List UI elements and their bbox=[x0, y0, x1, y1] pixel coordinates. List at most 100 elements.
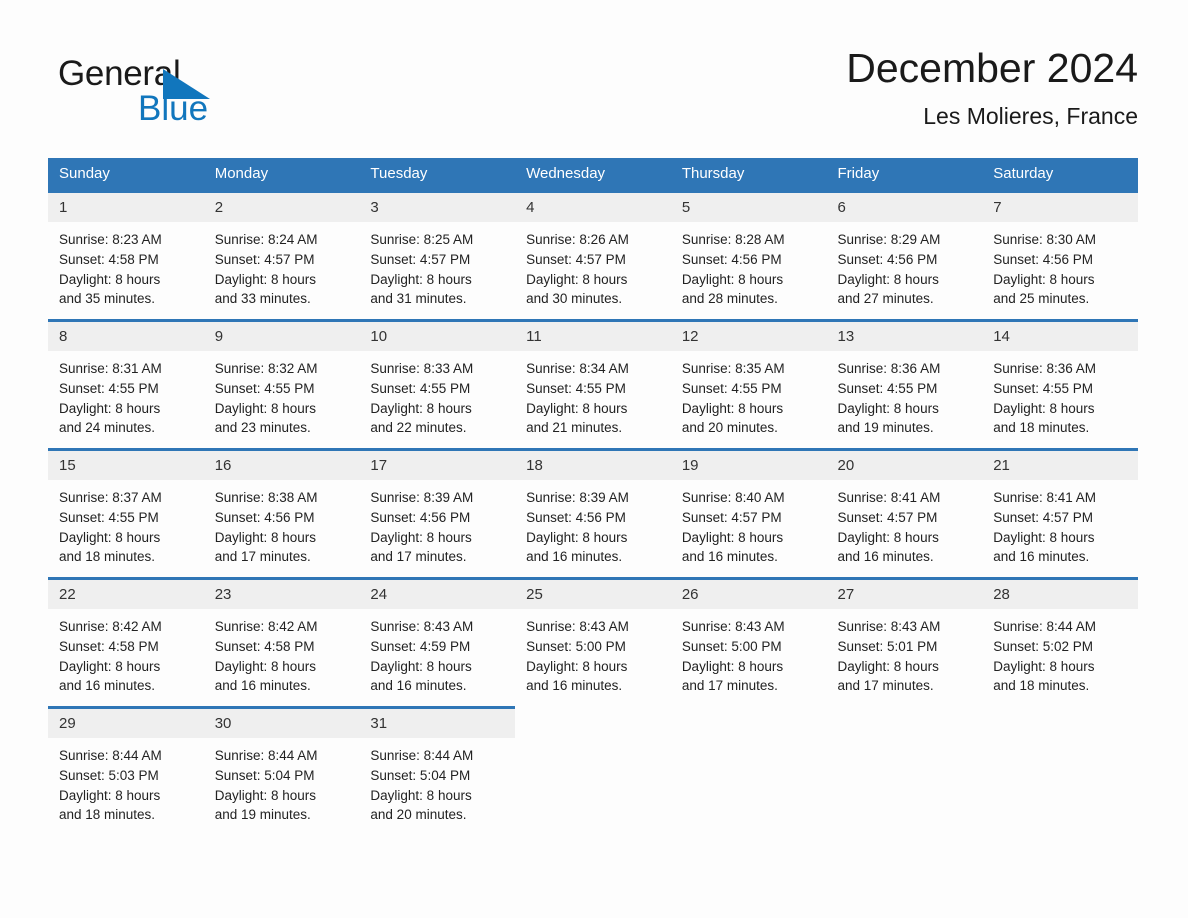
calendar-day-cell[interactable]: 8 Sunrise: 8:31 AM Sunset: 4:55 PM Daylight… bbox=[48, 319, 204, 450]
calendar-day-cell[interactable]: 4 Sunrise: 8:26 AM Sunset: 4:57 PM Daylight… bbox=[515, 190, 671, 321]
daylight-text-line2: and 16 minutes. bbox=[59, 678, 156, 694]
day-number: 6 bbox=[826, 193, 983, 222]
calendar-day-cell[interactable]: 15 Sunrise: 8:37 AM Sunset: 4:55 PM Dayligh… bbox=[48, 448, 204, 579]
day-number: 23 bbox=[203, 580, 360, 609]
daylight-text-line1: Daylight: 8 hours bbox=[526, 271, 628, 287]
day-number bbox=[826, 709, 983, 738]
day-number: 7 bbox=[982, 193, 1138, 222]
calendar-day-cell[interactable]: 16 Sunrise: 8:38 AM Sunset: 4:56 PM Dayligh… bbox=[203, 448, 360, 579]
calendar-day-cell-empty bbox=[826, 706, 983, 835]
calendar-day-cell[interactable]: 20 Sunrise: 8:41 AM Sunset: 4:57 PM Dayligh… bbox=[826, 448, 983, 579]
daylight-text-line1: Daylight: 8 hours bbox=[59, 658, 161, 674]
daylight-text-line1: Daylight: 8 hours bbox=[370, 271, 472, 287]
sunset-text: Sunset: 4:56 PM bbox=[526, 509, 626, 525]
calendar-day-cell[interactable]: 2 Sunrise: 8:24 AM Sunset: 4:57 PM Daylight… bbox=[203, 190, 360, 321]
weekday-header-saturday: Saturday bbox=[982, 158, 1138, 192]
sunset-text: Sunset: 4:56 PM bbox=[370, 509, 471, 525]
generalblue-logo[interactable]: General Blue bbox=[58, 54, 318, 134]
day-details: Sunrise: 8:43 AM Sunset: 5:00 PM Daylight:… bbox=[671, 609, 827, 696]
calendar-day-cell[interactable]: 10 Sunrise: 8:33 AM Sunset: 4:55 PM Dayligh… bbox=[359, 319, 516, 450]
daylight-text-line1: Daylight: 8 hours bbox=[993, 400, 1095, 416]
day-number: 10 bbox=[359, 322, 516, 351]
daylight-text-line2: and 18 minutes. bbox=[59, 549, 156, 565]
calendar-day-cell[interactable]: 6 Sunrise: 8:29 AM Sunset: 4:56 PM Daylight… bbox=[826, 190, 983, 321]
calendar-day-cell[interactable]: 9 Sunrise: 8:32 AM Sunset: 4:55 PM Daylight… bbox=[203, 319, 360, 450]
calendar-day-cell[interactable]: 23 Sunrise: 8:42 AM Sunset: 4:58 PM Dayligh… bbox=[203, 577, 360, 708]
calendar-day-cell[interactable]: 24 Sunrise: 8:43 AM Sunset: 4:59 PM Dayligh… bbox=[359, 577, 516, 708]
sunset-text: Sunset: 5:00 PM bbox=[526, 638, 626, 654]
daylight-text-line2: and 19 minutes. bbox=[837, 420, 934, 436]
sunrise-text: Sunrise: 8:32 AM bbox=[214, 361, 318, 376]
sunrise-text: Sunrise: 8:44 AM bbox=[214, 748, 318, 763]
sunrise-text: Sunrise: 8:38 AM bbox=[214, 490, 318, 505]
calendar-day-cell[interactable]: 28 Sunrise: 8:44 AM Sunset: 5:02 PM Dayligh… bbox=[982, 577, 1138, 708]
sunset-text: Sunset: 5:01 PM bbox=[837, 638, 938, 654]
daylight-text-line1: Daylight: 8 hours bbox=[526, 529, 628, 545]
sunset-text: Sunset: 4:56 PM bbox=[993, 251, 1094, 267]
sunrise-text: Sunrise: 8:43 AM bbox=[837, 619, 941, 634]
day-number: 30 bbox=[203, 709, 360, 738]
daylight-text-line1: Daylight: 8 hours bbox=[681, 271, 784, 287]
calendar-day-cell[interactable]: 7 Sunrise: 8:30 AM Sunset: 4:56 PM Daylight… bbox=[982, 190, 1138, 321]
calendar-week-row: 15 Sunrise: 8:37 AM Sunset: 4:55 PM Dayligh… bbox=[48, 448, 1138, 579]
daylight-text-line1: Daylight: 8 hours bbox=[526, 658, 628, 674]
daylight-text-line1: Daylight: 8 hours bbox=[837, 529, 939, 545]
calendar-day-cell[interactable]: 29 Sunrise: 8:44 AM Sunset: 5:03 PM Dayligh… bbox=[48, 706, 204, 835]
day-details: Sunrise: 8:39 AM Sunset: 4:56 PM Daylight:… bbox=[515, 480, 671, 567]
calendar-day-cell[interactable]: 12 Sunrise: 8:35 AM Sunset: 4:55 PM Dayligh… bbox=[670, 319, 827, 450]
sunset-text: Sunset: 4:57 PM bbox=[526, 251, 626, 267]
day-number: 28 bbox=[982, 580, 1138, 609]
daylight-text-line2: and 18 minutes. bbox=[59, 807, 156, 823]
calendar-day-cell[interactable]: 3 Sunrise: 8:25 AM Sunset: 4:57 PM Daylight… bbox=[359, 190, 516, 321]
calendar-day-cell[interactable]: 5 Sunrise: 8:28 AM Sunset: 4:56 PM Daylight… bbox=[670, 190, 827, 321]
day-details: Sunrise: 8:30 AM Sunset: 4:56 PM Daylight:… bbox=[982, 222, 1138, 309]
daylight-text-line1: Daylight: 8 hours bbox=[681, 529, 784, 545]
calendar-day-cell[interactable]: 31 Sunrise: 8:44 AM Sunset: 5:04 PM Dayligh… bbox=[359, 706, 516, 835]
day-details: Sunrise: 8:44 AM Sunset: 5:04 PM Daylight:… bbox=[359, 738, 515, 825]
calendar-day-cell[interactable]: 14 Sunrise: 8:36 AM Sunset: 4:55 PM Dayligh… bbox=[982, 319, 1138, 450]
day-number: 3 bbox=[359, 193, 516, 222]
calendar-day-cell[interactable]: 25 Sunrise: 8:43 AM Sunset: 5:00 PM Dayligh… bbox=[515, 577, 671, 708]
day-details: Sunrise: 8:25 AM Sunset: 4:57 PM Daylight:… bbox=[359, 222, 515, 309]
day-details: Sunrise: 8:38 AM Sunset: 4:56 PM Daylight:… bbox=[204, 480, 360, 567]
day-details: Sunrise: 8:23 AM Sunset: 4:58 PM Daylight:… bbox=[48, 222, 204, 309]
calendar-body: 1 Sunrise: 8:23 AM Sunset: 4:58 PM Daylight… bbox=[48, 190, 1138, 835]
calendar-day-cell[interactable]: 27 Sunrise: 8:43 AM Sunset: 5:01 PM Dayligh… bbox=[826, 577, 983, 708]
page-header: General Blue December 2024 Les Molieres,… bbox=[48, 44, 1138, 144]
calendar-day-cell[interactable]: 11 Sunrise: 8:34 AM Sunset: 4:55 PM Dayligh… bbox=[515, 319, 671, 450]
weekday-header-monday: Monday bbox=[203, 158, 360, 192]
day-details: Sunrise: 8:43 AM Sunset: 4:59 PM Daylight:… bbox=[359, 609, 515, 696]
day-details: Sunrise: 8:35 AM Sunset: 4:55 PM Daylight:… bbox=[671, 351, 827, 438]
day-number: 9 bbox=[203, 322, 360, 351]
calendar-day-cell[interactable]: 18 Sunrise: 8:39 AM Sunset: 4:56 PM Dayligh… bbox=[515, 448, 671, 579]
day-details: Sunrise: 8:37 AM Sunset: 4:55 PM Daylight:… bbox=[48, 480, 204, 567]
calendar-day-cell[interactable]: 19 Sunrise: 8:40 AM Sunset: 4:57 PM Dayligh… bbox=[670, 448, 827, 579]
sunset-text: Sunset: 4:57 PM bbox=[370, 251, 471, 267]
day-number: 14 bbox=[982, 322, 1138, 351]
day-details: Sunrise: 8:44 AM Sunset: 5:04 PM Daylight:… bbox=[204, 738, 360, 825]
page-subtitle: Les Molieres, France bbox=[923, 103, 1138, 129]
daylight-text-line1: Daylight: 8 hours bbox=[59, 787, 161, 803]
calendar-header-row: Sunday Monday Tuesday Wednesday Thursday… bbox=[48, 158, 1138, 192]
daylight-text-line1: Daylight: 8 hours bbox=[526, 400, 628, 416]
calendar-day-cell[interactable]: 17 Sunrise: 8:39 AM Sunset: 4:56 PM Dayligh… bbox=[359, 448, 516, 579]
sunrise-text: Sunrise: 8:36 AM bbox=[993, 361, 1097, 376]
weekday-header-wednesday: Wednesday bbox=[515, 158, 671, 192]
daylight-text-line2: and 20 minutes. bbox=[681, 420, 778, 436]
calendar-day-cell[interactable]: 26 Sunrise: 8:43 AM Sunset: 5:00 PM Dayligh… bbox=[670, 577, 827, 708]
sunset-text: Sunset: 4:58 PM bbox=[59, 251, 159, 267]
sunrise-text: Sunrise: 8:41 AM bbox=[993, 490, 1097, 505]
day-number bbox=[982, 709, 1138, 738]
daylight-text-line1: Daylight: 8 hours bbox=[993, 271, 1095, 287]
calendar-day-cell[interactable]: 22 Sunrise: 8:42 AM Sunset: 4:58 PM Dayligh… bbox=[48, 577, 204, 708]
day-number: 13 bbox=[826, 322, 983, 351]
sunset-text: Sunset: 4:55 PM bbox=[59, 380, 159, 396]
calendar-day-cell[interactable]: 30 Sunrise: 8:44 AM Sunset: 5:04 PM Dayligh… bbox=[203, 706, 360, 835]
calendar-day-cell[interactable]: 21 Sunrise: 8:41 AM Sunset: 4:57 PM Dayligh… bbox=[982, 448, 1138, 579]
daylight-text-line1: Daylight: 8 hours bbox=[214, 400, 317, 416]
calendar-day-cell[interactable]: 1 Sunrise: 8:23 AM Sunset: 4:58 PM Daylight… bbox=[48, 190, 204, 321]
calendar-day-cell[interactable]: 13 Sunrise: 8:36 AM Sunset: 4:55 PM Dayligh… bbox=[826, 319, 983, 450]
daylight-text-line1: Daylight: 8 hours bbox=[837, 271, 939, 287]
day-details: Sunrise: 8:33 AM Sunset: 4:55 PM Daylight:… bbox=[359, 351, 515, 438]
day-number: 25 bbox=[515, 580, 671, 609]
